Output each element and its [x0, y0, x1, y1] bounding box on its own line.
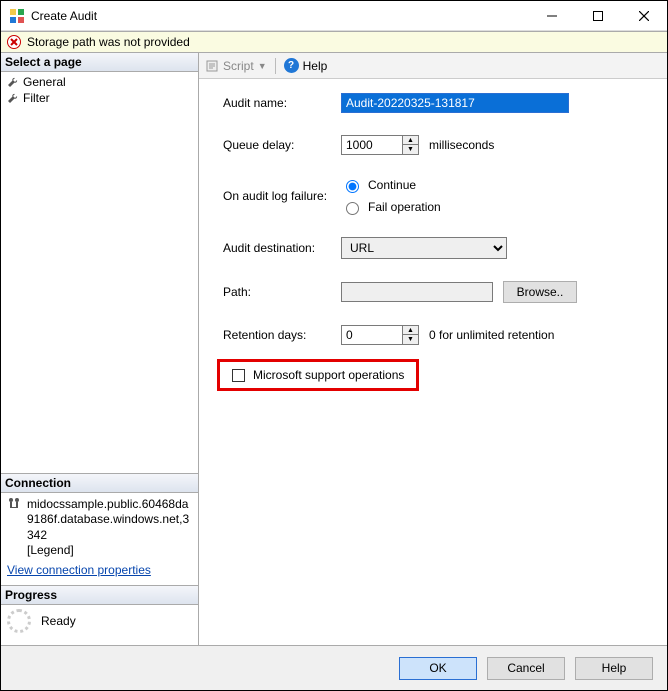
radio-fail-input[interactable]	[346, 202, 359, 215]
audit-name-label: Audit name:	[223, 96, 341, 110]
stepper-down-icon[interactable]: ▼	[403, 335, 418, 344]
toolbar-divider	[275, 58, 276, 74]
microsoft-support-ops-highlight: Microsoft support operations	[217, 359, 419, 391]
radio-fail-operation[interactable]: Fail operation	[341, 199, 441, 215]
left-pane: Select a page General Filter Connection	[1, 53, 199, 645]
dialog-footer: OK Cancel Help	[1, 646, 667, 690]
error-strip: Storage path was not provided	[1, 31, 667, 53]
retention-days-input[interactable]	[341, 325, 403, 345]
path-label: Path:	[223, 285, 341, 299]
radio-continue[interactable]: Continue	[341, 177, 441, 193]
progress-header: Progress	[1, 585, 198, 605]
minimize-button[interactable]	[529, 1, 575, 30]
queue-delay-label: Queue delay:	[223, 138, 341, 152]
retention-days-stepper[interactable]: ▲ ▼	[341, 325, 419, 345]
page-item-label: Filter	[23, 91, 50, 105]
wrench-icon	[7, 76, 19, 88]
view-connection-properties-link[interactable]: View connection properties	[1, 563, 198, 585]
path-input[interactable]	[341, 282, 493, 302]
radio-fail-label: Fail operation	[368, 200, 441, 214]
page-item-filter[interactable]: Filter	[1, 90, 198, 106]
page-item-general[interactable]: General	[1, 74, 198, 90]
progress-body: Ready	[1, 605, 198, 645]
maximize-button[interactable]	[575, 1, 621, 30]
on-failure-label: On audit log failure:	[223, 189, 341, 203]
toolbar: Script ▼ ? Help	[199, 53, 667, 79]
stepper-down-icon[interactable]: ▼	[403, 145, 418, 154]
form-area: Audit name: Queue delay: ▲ ▼ millisecond…	[199, 79, 667, 645]
audit-destination-label: Audit destination:	[223, 241, 341, 255]
help-button-footer[interactable]: Help	[575, 657, 653, 680]
retention-days-label: Retention days:	[223, 328, 341, 342]
ok-button[interactable]: OK	[399, 657, 477, 680]
stepper-up-icon[interactable]: ▲	[403, 326, 418, 335]
script-label: Script	[223, 59, 254, 73]
help-button[interactable]: ? Help	[284, 58, 328, 73]
audit-destination-select[interactable]: URL	[341, 237, 507, 259]
connection-body: midocssample.public.60468da9186f.databas…	[1, 493, 198, 563]
cancel-button[interactable]: Cancel	[487, 657, 565, 680]
right-pane: Script ▼ ? Help Audit name: Queue delay:	[199, 53, 667, 645]
stepper-up-icon[interactable]: ▲	[403, 136, 418, 145]
close-button[interactable]	[621, 1, 667, 30]
microsoft-support-ops-checkbox[interactable]	[232, 369, 245, 382]
error-icon	[7, 35, 21, 49]
help-label: Help	[303, 59, 328, 73]
audit-name-input[interactable]	[341, 93, 569, 113]
title-bar: Create Audit	[1, 1, 667, 31]
microsoft-support-ops-label: Microsoft support operations	[253, 368, 404, 382]
radio-continue-input[interactable]	[346, 180, 359, 193]
queue-delay-stepper[interactable]: ▲ ▼	[341, 135, 419, 155]
help-icon: ?	[284, 58, 299, 73]
window-title: Create Audit	[31, 9, 529, 23]
queue-delay-input[interactable]	[341, 135, 403, 155]
retention-suffix: 0 for unlimited retention	[429, 328, 554, 342]
queue-delay-suffix: milliseconds	[429, 138, 494, 152]
select-page-header: Select a page	[1, 53, 198, 72]
chevron-down-icon: ▼	[258, 61, 267, 71]
page-list: General Filter	[1, 72, 198, 108]
progress-status: Ready	[41, 614, 76, 628]
script-icon	[205, 59, 219, 73]
browse-button[interactable]: Browse..	[503, 281, 577, 303]
connection-header: Connection	[1, 473, 198, 493]
progress-spinner-icon	[7, 609, 31, 633]
page-item-label: General	[23, 75, 66, 89]
wrench-icon	[7, 92, 19, 104]
app-icon	[9, 8, 25, 24]
error-message: Storage path was not provided	[27, 35, 190, 49]
radio-continue-label: Continue	[368, 178, 416, 192]
server-icon	[7, 497, 21, 511]
script-dropdown[interactable]: Script ▼	[205, 59, 267, 73]
connection-text: midocssample.public.60468da9186f.databas…	[27, 497, 192, 559]
window-controls	[529, 1, 667, 30]
